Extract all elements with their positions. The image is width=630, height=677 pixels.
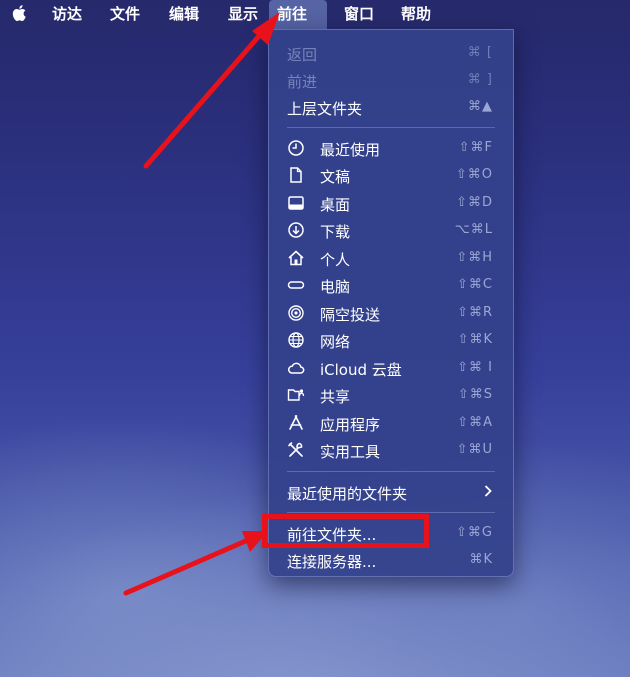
menu-item-icloud-drive[interactable]: iCloud 云盘 ⇧⌘ I: [269, 355, 513, 381]
menu-item-back: 返回 ⌘ [: [269, 40, 513, 66]
menu-view[interactable]: 显示: [220, 0, 266, 29]
shortcut-label: ⇧⌘F: [458, 140, 493, 155]
shared-folder-icon: [287, 386, 305, 404]
menu-item-recent-folders[interactable]: 最近使用的文件夹: [269, 479, 513, 505]
menu-finder[interactable]: 访达: [44, 0, 90, 29]
shortcut-label: ⌘K: [469, 552, 493, 567]
shortcut-label: ⇧⌘C: [457, 277, 493, 292]
annotation-arrow-to-go-to-folder: [123, 531, 268, 596]
shortcut-label: ⌘▲: [468, 99, 493, 114]
menu-help[interactable]: 帮助: [393, 0, 439, 29]
menu-item-utilities[interactable]: 实用工具 ⇧⌘U: [269, 437, 513, 463]
menu-item-label: 上层文件夹: [287, 100, 363, 118]
home-icon: [287, 249, 305, 267]
menu-item-enclosing-folder[interactable]: 上层文件夹 ⌘▲: [269, 94, 513, 120]
utilities-tools-icon: [287, 441, 305, 459]
menu-item-documents[interactable]: 文稿 ⇧⌘O: [269, 162, 513, 188]
shortcut-label: ⌥⌘L: [454, 222, 493, 237]
menu-edit[interactable]: 编辑: [161, 0, 207, 29]
menu-item-label: 隔空投送: [320, 306, 381, 324]
menu-bar: 访达 文件 编辑 显示 前往 窗口 帮助: [0, 0, 630, 29]
annotation-arrow-to-go-menu: [143, 12, 280, 169]
chevron-right-icon: [483, 484, 493, 498]
download-icon: [287, 221, 305, 239]
menu-separator: [287, 512, 495, 513]
computer-icon: [287, 276, 305, 294]
shortcut-label: ⇧⌘R: [457, 305, 493, 320]
menu-item-connect-server[interactable]: 连接服务器... ⌘K: [269, 547, 513, 573]
desktop-icon: [287, 194, 305, 212]
menu-separator: [287, 127, 495, 128]
shortcut-label: ⇧⌘S: [457, 387, 493, 402]
airdrop-icon: [287, 304, 305, 322]
menu-item-label: 连接服务器...: [287, 553, 377, 571]
menu-item-label: 电脑: [320, 278, 351, 296]
menu-item-downloads[interactable]: 下载 ⌥⌘L: [269, 217, 513, 243]
shortcut-label: ⇧⌘H: [456, 250, 493, 265]
menu-item-label: 网络: [320, 333, 351, 351]
menu-item-label: 前进: [287, 73, 318, 91]
cloud-icon: [287, 359, 305, 377]
menu-item-recents[interactable]: 最近使用 ⇧⌘F: [269, 135, 513, 161]
apple-logo-icon[interactable]: [11, 3, 29, 23]
applications-icon: [287, 414, 305, 432]
shortcut-label: ⇧⌘D: [456, 195, 493, 210]
menu-item-label: 个人: [320, 251, 351, 269]
menu-item-network[interactable]: 网络 ⇧⌘K: [269, 327, 513, 353]
menu-item-home[interactable]: 个人 ⇧⌘H: [269, 245, 513, 271]
menu-item-label: 桌面: [320, 196, 351, 214]
shortcut-label: ⇧⌘K: [457, 332, 493, 347]
menu-item-computer[interactable]: 电脑 ⇧⌘C: [269, 272, 513, 298]
menu-item-label: 文稿: [320, 168, 351, 186]
shortcut-label: ⇧⌘U: [456, 442, 493, 457]
menu-item-label: 应用程序: [320, 416, 381, 434]
menu-file[interactable]: 文件: [102, 0, 148, 29]
clock-icon: [287, 139, 305, 157]
menu-window[interactable]: 窗口: [336, 0, 382, 29]
menu-item-label: iCloud 云盘: [320, 361, 402, 379]
go-menu-dropdown: 返回 ⌘ [ 前进 ⌘ ] 上层文件夹 ⌘▲ 最近使用 ⇧⌘F 文稿 ⇧⌘O 桌…: [268, 29, 514, 577]
shortcut-label: ⇧⌘A: [457, 415, 493, 430]
shortcut-label: ⇧⌘ I: [457, 360, 493, 375]
menu-item-label: 最近使用的文件夹: [287, 485, 408, 503]
shortcut-label: ⇧⌘G: [456, 525, 493, 540]
menu-item-shared[interactable]: 共享 ⇧⌘S: [269, 382, 513, 408]
menu-item-label: 最近使用: [320, 141, 381, 159]
network-globe-icon: [287, 331, 305, 349]
menu-separator: [287, 471, 495, 472]
menu-item-forward: 前进 ⌘ ]: [269, 67, 513, 93]
menu-item-applications[interactable]: 应用程序 ⇧⌘A: [269, 410, 513, 436]
shortcut-label: ⌘ ]: [467, 72, 493, 87]
annotation-highlight-box: [262, 514, 429, 548]
menu-item-label: 下载: [320, 223, 351, 241]
shortcut-label: ⇧⌘O: [455, 167, 493, 182]
menu-item-label: 返回: [287, 46, 318, 64]
menu-item-airdrop[interactable]: 隔空投送 ⇧⌘R: [269, 300, 513, 326]
menu-item-label: 共享: [320, 388, 351, 406]
menu-item-desktop[interactable]: 桌面 ⇧⌘D: [269, 190, 513, 216]
menu-item-label: 实用工具: [320, 443, 381, 461]
document-icon: [287, 166, 305, 184]
menu-go[interactable]: 前往: [269, 0, 327, 29]
shortcut-label: ⌘ [: [467, 45, 493, 60]
